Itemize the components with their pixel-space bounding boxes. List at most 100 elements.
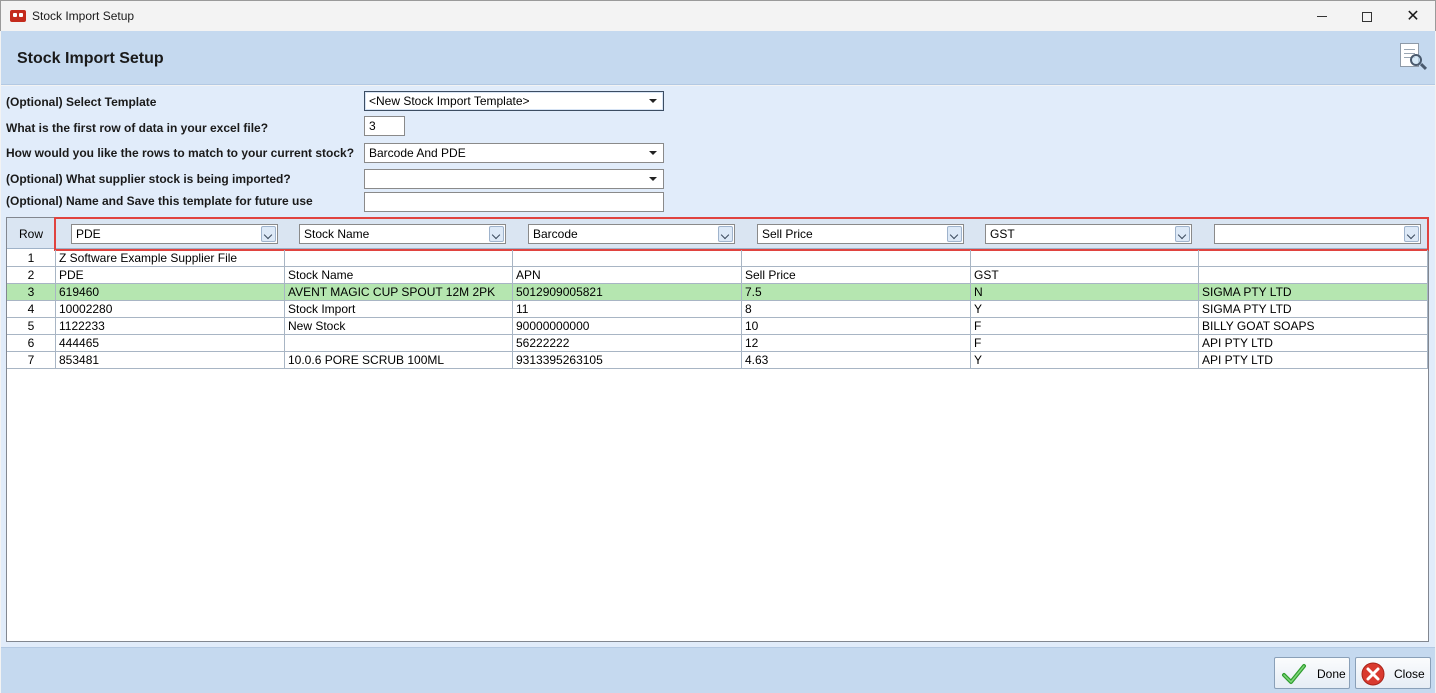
column-mapping-value: GST bbox=[990, 227, 1015, 241]
import-grid[interactable]: Row PDE Stock Name Barcode Sell Price GS… bbox=[6, 217, 1429, 642]
supplier-select[interactable] bbox=[364, 169, 664, 189]
table-cell[interactable] bbox=[971, 250, 1199, 266]
table-cell[interactable]: Y bbox=[971, 352, 1199, 368]
chevron-down-icon[interactable] bbox=[489, 226, 504, 242]
grid-header: Row PDE Stock Name Barcode Sell Price GS… bbox=[7, 217, 1429, 251]
table-cell[interactable]: Sell Price bbox=[742, 267, 971, 283]
table-cell[interactable]: F bbox=[971, 318, 1199, 334]
close-button-label: Close bbox=[1394, 667, 1425, 681]
column-mapping-select-4[interactable]: Sell Price bbox=[757, 224, 964, 244]
match-select[interactable]: Barcode And PDE bbox=[364, 143, 664, 163]
table-cell[interactable] bbox=[1199, 267, 1428, 283]
row-number-cell: 6 bbox=[7, 335, 56, 351]
table-row[interactable]: 1Z Software Example Supplier File bbox=[7, 250, 1428, 267]
done-button[interactable]: Done bbox=[1274, 657, 1350, 689]
table-cell[interactable]: SIGMA PTY LTD bbox=[1199, 301, 1428, 317]
table-cell[interactable]: 12 bbox=[742, 335, 971, 351]
table-cell[interactable]: 8 bbox=[742, 301, 971, 317]
template-select-value: <New Stock Import Template> bbox=[369, 94, 530, 108]
table-cell[interactable]: 10002280 bbox=[56, 301, 285, 317]
app-icon bbox=[10, 10, 26, 22]
save-name-label: (Optional) Name and Save this template f… bbox=[6, 194, 313, 208]
table-cell[interactable]: 1122233 bbox=[56, 318, 285, 334]
table-cell[interactable]: 619460 bbox=[56, 284, 285, 300]
table-row[interactable]: 3 619460 AVENT MAGIC CUP SPOUT 12M 2PK 5012… bbox=[7, 284, 1428, 301]
column-mapping-value: PDE bbox=[76, 227, 101, 241]
template-label: (Optional) Select Template bbox=[6, 95, 157, 109]
table-row[interactable]: 2 PDE Stock Name APN Sell Price GST bbox=[7, 267, 1428, 284]
row-number-cell: 4 bbox=[7, 301, 56, 317]
first-row-input[interactable]: 3 bbox=[364, 116, 405, 136]
row-number-cell: 1 bbox=[7, 250, 56, 266]
column-mapping-select-6[interactable] bbox=[1214, 224, 1421, 244]
table-cell[interactable]: GST bbox=[971, 267, 1199, 283]
maximize-button[interactable] bbox=[1344, 1, 1390, 32]
chevron-down-icon[interactable] bbox=[261, 226, 276, 242]
table-row[interactable]: 7 853481 10.0.6 PORE SCRUB 100ML 9313395263… bbox=[7, 352, 1428, 369]
table-cell[interactable] bbox=[285, 250, 513, 266]
row-number-cell: 2 bbox=[7, 267, 56, 283]
table-cell[interactable] bbox=[742, 250, 971, 266]
page-title: Stock Import Setup bbox=[17, 50, 164, 67]
done-button-label: Done bbox=[1317, 667, 1346, 681]
column-mapping-select-1[interactable]: PDE bbox=[71, 224, 278, 244]
chevron-down-icon bbox=[649, 177, 657, 181]
column-mapping-select-2[interactable]: Stock Name bbox=[299, 224, 506, 244]
table-cell[interactable]: PDE bbox=[56, 267, 285, 283]
table-cell[interactable]: 7.5 bbox=[742, 284, 971, 300]
column-mapping-value: Barcode bbox=[533, 227, 578, 241]
table-row[interactable]: 6 444465 56222222 12 F API PTY LTD bbox=[7, 335, 1428, 352]
template-name-input[interactable] bbox=[364, 192, 664, 212]
first-row-value: 3 bbox=[369, 119, 376, 133]
chevron-down-icon[interactable] bbox=[1404, 226, 1419, 242]
table-cell[interactable]: BILLY GOAT SOAPS bbox=[1199, 318, 1428, 334]
column-mapping-select-5[interactable]: GST bbox=[985, 224, 1192, 244]
window-close-button[interactable]: ✕ bbox=[1390, 1, 1436, 32]
table-cell[interactable] bbox=[513, 250, 742, 266]
template-select[interactable]: <New Stock Import Template> bbox=[364, 91, 664, 111]
table-cell[interactable]: Y bbox=[971, 301, 1199, 317]
column-mapping-value: Sell Price bbox=[762, 227, 813, 241]
table-cell[interactable]: Stock Name bbox=[285, 267, 513, 283]
minimize-button[interactable] bbox=[1299, 1, 1345, 32]
table-cell[interactable]: 10.0.6 PORE SCRUB 100ML bbox=[285, 352, 513, 368]
close-x-icon bbox=[1361, 662, 1385, 686]
table-cell[interactable]: Z Software Example Supplier File bbox=[56, 250, 285, 266]
table-row[interactable]: 4 10002280 Stock Import 11 8 Y SIGMA PTY LTD bbox=[7, 301, 1428, 318]
table-cell[interactable]: 11 bbox=[513, 301, 742, 317]
table-cell[interactable]: New Stock bbox=[285, 318, 513, 334]
table-cell[interactable]: SIGMA PTY LTD bbox=[1199, 284, 1428, 300]
footer-bar: Done Close bbox=[1, 647, 1435, 693]
table-cell[interactable] bbox=[285, 335, 513, 351]
maximize-icon bbox=[1362, 11, 1372, 22]
table-cell[interactable]: 444465 bbox=[56, 335, 285, 351]
chevron-down-icon[interactable] bbox=[1175, 226, 1190, 242]
column-mapping-value: Stock Name bbox=[304, 227, 370, 241]
table-cell[interactable]: Stock Import bbox=[285, 301, 513, 317]
table-cell[interactable]: 90000000000 bbox=[513, 318, 742, 334]
table-cell[interactable]: APN bbox=[513, 267, 742, 283]
table-cell[interactable]: F bbox=[971, 335, 1199, 351]
table-cell[interactable]: N bbox=[971, 284, 1199, 300]
table-cell[interactable]: 56222222 bbox=[513, 335, 742, 351]
column-mapping-select-3[interactable]: Barcode bbox=[528, 224, 735, 244]
table-cell[interactable]: 5012909005821 bbox=[513, 284, 742, 300]
table-cell[interactable]: 4.63 bbox=[742, 352, 971, 368]
table-cell[interactable]: API PTY LTD bbox=[1199, 335, 1428, 351]
chevron-down-icon[interactable] bbox=[947, 226, 962, 242]
table-cell[interactable] bbox=[1199, 250, 1428, 266]
document-search-icon[interactable] bbox=[1399, 43, 1428, 73]
close-button[interactable]: Close bbox=[1355, 657, 1431, 689]
table-cell[interactable]: 10 bbox=[742, 318, 971, 334]
table-cell[interactable]: 9313395263105 bbox=[513, 352, 742, 368]
table-cell[interactable]: API PTY LTD bbox=[1199, 352, 1428, 368]
match-label: How would you like the rows to match to … bbox=[6, 146, 355, 160]
table-cell[interactable]: 853481 bbox=[56, 352, 285, 368]
close-icon: ✕ bbox=[1406, 7, 1420, 25]
page-header: Stock Import Setup bbox=[1, 31, 1435, 85]
table-cell[interactable]: AVENT MAGIC CUP SPOUT 12M 2PK bbox=[285, 284, 513, 300]
table-row[interactable]: 5 1122233 New Stock 90000000000 10 F BILLY GOA… bbox=[7, 318, 1428, 335]
chevron-down-icon[interactable] bbox=[718, 226, 733, 242]
window-titlebar: Stock Import Setup ✕ bbox=[0, 0, 1436, 31]
window-title: Stock Import Setup bbox=[32, 9, 135, 23]
